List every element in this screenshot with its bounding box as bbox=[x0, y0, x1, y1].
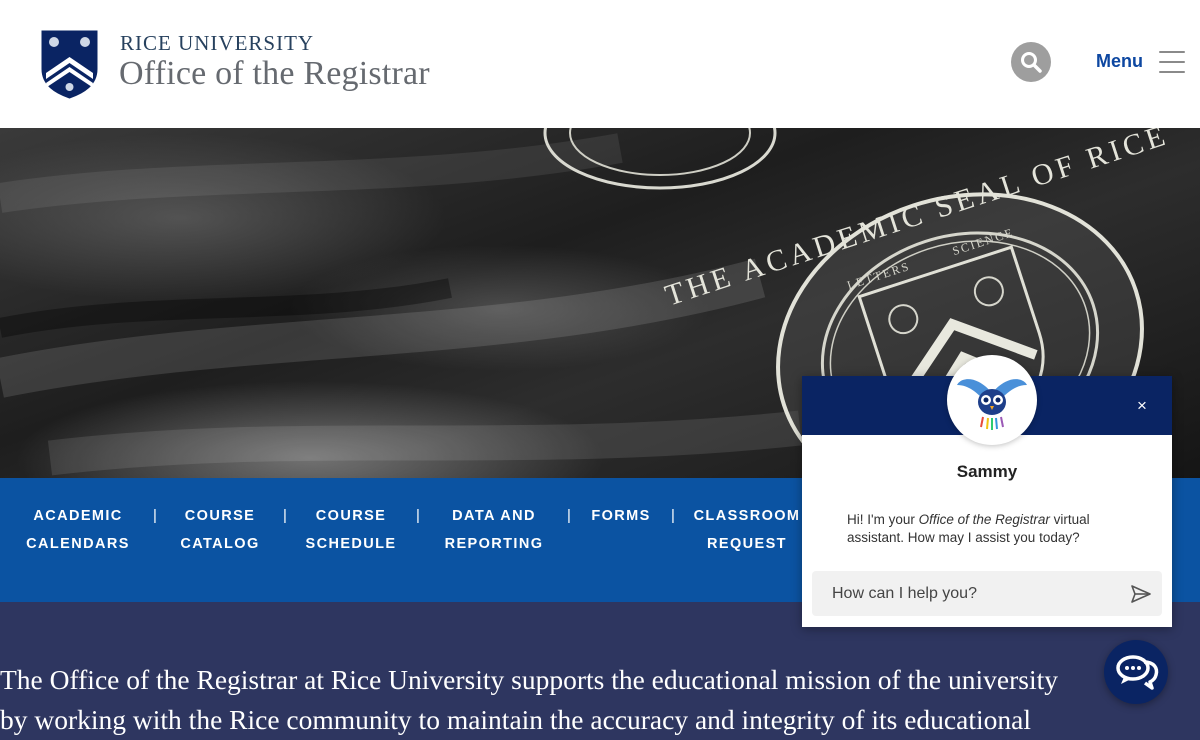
owl-bot-icon bbox=[947, 355, 1037, 445]
nav-data-and-reporting[interactable]: DATA AND REPORTING bbox=[440, 502, 548, 558]
site-title[interactable]: Office of the Registrar bbox=[119, 55, 430, 93]
nav-item-line: DATA AND bbox=[452, 508, 536, 524]
nav-item-line: REPORTING bbox=[444, 536, 544, 552]
nav-separator: | bbox=[153, 507, 157, 524]
nav-item-line: CLASSROOM bbox=[693, 508, 801, 524]
university-name[interactable]: RICE UNIVERSITY bbox=[120, 31, 314, 56]
nav-course-catalog[interactable]: COURSE CATALOG bbox=[176, 502, 264, 558]
bot-name: Sammy bbox=[956, 462, 1018, 481]
greeting-prefix: Hi! I'm your bbox=[847, 512, 919, 527]
nav-item-line: CALENDARS bbox=[26, 536, 130, 552]
nav-separator: | bbox=[671, 507, 675, 524]
intro-line-1: The Office of the Registrar at Rice Univ… bbox=[0, 664, 1058, 695]
nav-course-schedule[interactable]: COURSE SCHEDULE bbox=[304, 502, 398, 558]
search-button[interactable] bbox=[1011, 42, 1051, 82]
close-icon[interactable]: × bbox=[1132, 396, 1152, 416]
nav-academic-calendars[interactable]: ACADEMIC CALENDARS bbox=[22, 502, 134, 558]
nav-classroom-request[interactable]: CLASSROOM REQUEST bbox=[692, 502, 802, 558]
chat-launcher-button[interactable] bbox=[1104, 640, 1168, 704]
chat-bubbles-icon bbox=[1116, 655, 1159, 690]
bot-greeting: Hi! I'm your Office of the Registrar vir… bbox=[847, 511, 1147, 547]
chat-input-box bbox=[812, 571, 1162, 616]
nav-item-line: COURSE bbox=[315, 508, 387, 524]
send-icon[interactable] bbox=[1130, 584, 1152, 604]
nav-separator: | bbox=[567, 507, 571, 524]
nav-item-line: SCHEDULE bbox=[305, 536, 397, 552]
nav-item-line: REQUEST bbox=[707, 536, 787, 552]
menu-button[interactable]: Menu bbox=[1096, 51, 1143, 72]
greeting-emphasis: Office of the Registrar bbox=[918, 512, 1050, 527]
chat-message-input[interactable] bbox=[812, 571, 1112, 616]
chat-widget: × Sammy Hi! I'm your Office of the Regis… bbox=[802, 355, 1172, 627]
nav-item-line: ACADEMIC bbox=[33, 508, 123, 524]
nav-separator: | bbox=[283, 507, 287, 524]
nav-item-line: CATALOG bbox=[180, 536, 260, 552]
nav-separator: | bbox=[416, 507, 420, 524]
rice-shield-logo-icon[interactable] bbox=[40, 29, 99, 99]
intro-line-2: by working with the Rice community to ma… bbox=[0, 704, 1031, 735]
intro-text: The Office of the Registrar at Rice Univ… bbox=[0, 660, 1200, 740]
nav-forms[interactable]: FORMS bbox=[589, 502, 653, 530]
site-header: RICE UNIVERSITY Office of the Registrar … bbox=[0, 0, 1200, 128]
nav-item-line: COURSE bbox=[184, 508, 256, 524]
hamburger-icon[interactable] bbox=[1159, 51, 1185, 73]
nav-item-line: FORMS bbox=[591, 508, 651, 524]
search-icon bbox=[1021, 52, 1042, 73]
